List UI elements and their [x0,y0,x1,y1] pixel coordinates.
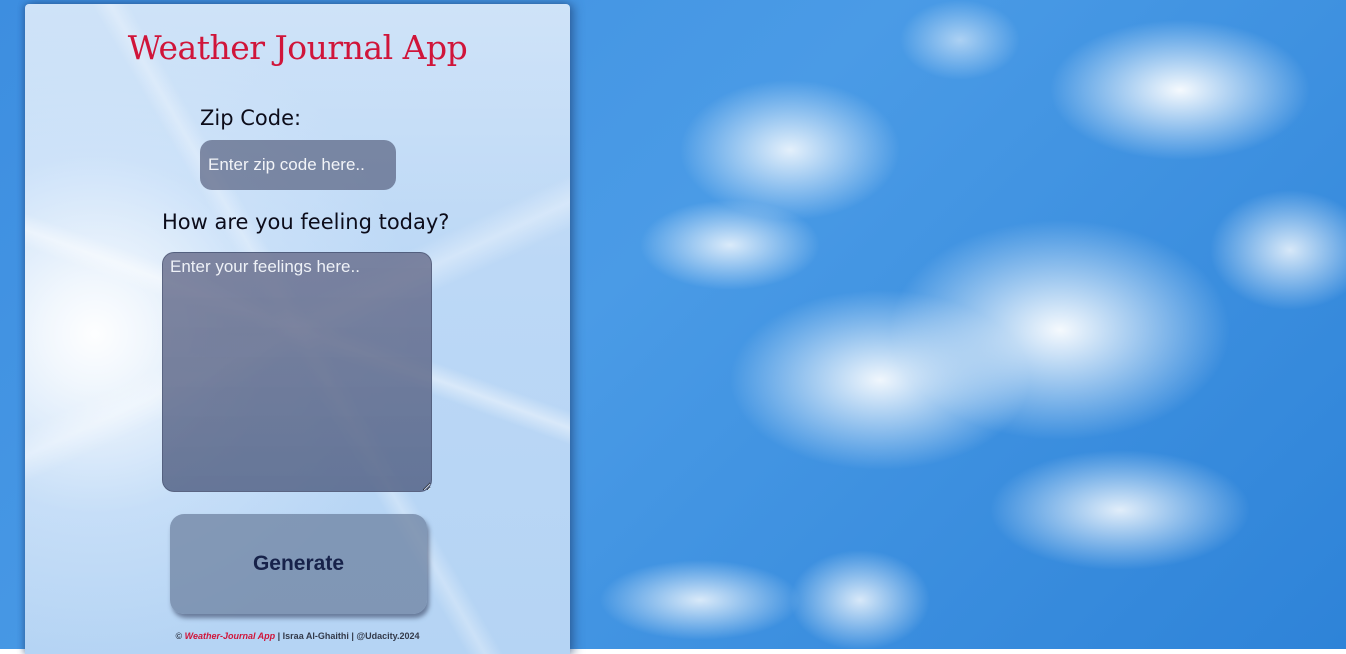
footer-app-link[interactable]: Weather-Journal App [185,631,276,641]
generate-button[interactable]: Generate [170,514,427,614]
feelings-textarea[interactable] [162,252,432,492]
app-panel: Weather Journal App Zip Code: How are yo… [25,4,570,654]
footer: © Weather-Journal App | Israa Al-Ghaithi… [25,631,570,641]
copyright-symbol: © [175,631,183,641]
app-title: Weather Journal App [127,28,468,67]
zip-label: Zip Code: [200,106,302,130]
zip-input[interactable] [200,140,396,190]
feelings-label: How are you feeling today? [162,210,450,234]
footer-credits: | Israa Al-Ghaithi | @Udacity.2024 [277,631,420,641]
